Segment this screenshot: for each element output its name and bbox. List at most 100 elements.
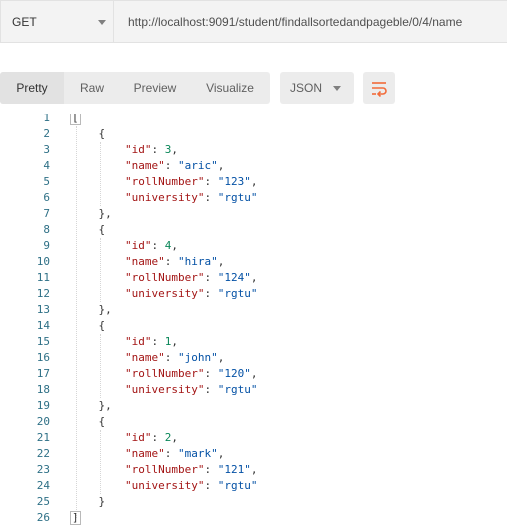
code-line: 12 "university": "rgtu" [0, 286, 507, 302]
json-comma: , [171, 431, 178, 444]
response-toolbar: Pretty Raw Preview Visualize JSON [0, 72, 507, 105]
json-colon: : [204, 463, 218, 476]
json-comma: , [171, 239, 178, 252]
json-key: "university" [124, 191, 205, 204]
wrap-lines-icon [372, 82, 387, 97]
json-comma: , [171, 335, 178, 348]
code-line: 22 "name": "mark", [0, 446, 507, 462]
bracket-open: [ [70, 114, 81, 125]
code-line: 5 "rollNumber": "123", [0, 174, 507, 190]
tab-preview[interactable]: Preview [120, 72, 190, 104]
code-line: 20 { [0, 414, 507, 430]
json-key: "name" [124, 159, 165, 172]
json-colon: : [164, 447, 178, 460]
line-number: 11 [36, 271, 50, 284]
format-label: JSON [290, 81, 323, 95]
json-comma: , [217, 351, 225, 364]
code-text: "name": "john", [72, 350, 224, 366]
code-line: 16 "name": "john", [0, 350, 507, 366]
json-comma: , [250, 463, 258, 476]
tab-visualize[interactable]: Visualize [190, 72, 270, 104]
response-body[interactable]: 1[2 {3 "id": 3, 4 "name": "aric", 5 "rollN… [0, 114, 507, 525]
json-key: "id" [124, 335, 152, 348]
brace-open: { [98, 127, 106, 140]
json-value: "rgtu" [217, 383, 258, 396]
line-number: 21 [36, 431, 50, 444]
line-number: 7 [43, 207, 50, 220]
json-comma: , [250, 271, 258, 284]
line-number: 3 [43, 143, 50, 156]
json-colon: : [204, 287, 218, 300]
brace-close: }, [98, 207, 112, 220]
json-comma: , [217, 447, 225, 460]
code-line: 15 "id": 1, [0, 334, 507, 350]
json-value: "120" [217, 367, 251, 380]
code-text: "id": 2, [72, 430, 178, 446]
bracket-close: ] [70, 511, 81, 525]
code-line: 6 "university": "rgtu" [0, 190, 507, 206]
line-number: 8 [43, 223, 50, 236]
method-select[interactable]: GET [0, 0, 114, 43]
line-number: 1 [43, 114, 50, 124]
tab-pretty[interactable]: Pretty [0, 72, 64, 104]
line-number: 14 [36, 319, 50, 332]
code-text: "name": "hira", [72, 254, 224, 270]
code-line: 19 }, [0, 398, 507, 414]
json-key: "rollNumber" [124, 271, 205, 284]
json-key: "university" [124, 383, 205, 396]
line-number: 26 [36, 511, 50, 524]
code-line: 8 { [0, 222, 507, 238]
json-value: "rgtu" [217, 287, 258, 300]
json-key: "name" [124, 447, 165, 460]
line-number: 12 [36, 287, 50, 300]
code-line: 14 { [0, 318, 507, 334]
json-key: "id" [124, 239, 152, 252]
json-value: "rgtu" [217, 479, 258, 492]
line-number: 9 [43, 239, 50, 252]
line-number: 15 [36, 335, 50, 348]
code-text: [ [70, 114, 81, 126]
line-number: 25 [36, 495, 50, 508]
line-number: 22 [36, 447, 50, 460]
brace-open: { [98, 319, 106, 332]
json-colon: : [164, 351, 178, 364]
json-value: "121" [217, 463, 251, 476]
code-line: 21 "id": 2, [0, 430, 507, 446]
json-value: "aric" [177, 159, 218, 172]
json-comma: , [250, 367, 258, 380]
code-text: "rollNumber": "124", [72, 270, 257, 286]
line-number: 19 [36, 399, 50, 412]
json-colon: : [151, 239, 165, 252]
code-text: "name": "mark", [72, 446, 224, 462]
json-key: "university" [124, 479, 205, 492]
code-text: } [72, 494, 106, 510]
brace-close: } [98, 495, 106, 508]
wrap-lines-button[interactable] [363, 72, 395, 104]
code-text: "rollNumber": "121", [72, 462, 257, 478]
chevron-down-icon [98, 20, 106, 25]
line-number: 23 [36, 463, 50, 476]
json-value: "mark" [177, 447, 218, 460]
code-line: 11 "rollNumber": "124", [0, 270, 507, 286]
code-line: 13 }, [0, 302, 507, 318]
json-comma: , [171, 143, 178, 156]
json-colon: : [164, 159, 178, 172]
tab-raw[interactable]: Raw [64, 72, 120, 104]
url-input[interactable]: http://localhost:9091/student/findallsor… [114, 0, 507, 43]
json-colon: : [204, 367, 218, 380]
json-comma: , [217, 159, 225, 172]
format-select[interactable]: JSON [280, 72, 354, 104]
line-number: 2 [43, 127, 50, 140]
line-number: 13 [36, 303, 50, 316]
json-value: "john" [177, 351, 218, 364]
line-number: 20 [36, 415, 50, 428]
json-colon: : [151, 143, 165, 156]
code-text: { [72, 318, 106, 334]
json-colon: : [204, 479, 218, 492]
code-line: 2 { [0, 126, 507, 142]
line-number: 10 [36, 255, 50, 268]
code-text: "university": "rgtu" [72, 478, 257, 494]
code-text: }, [72, 398, 112, 414]
code-text: ] [70, 510, 81, 525]
json-value: "124" [217, 271, 251, 284]
